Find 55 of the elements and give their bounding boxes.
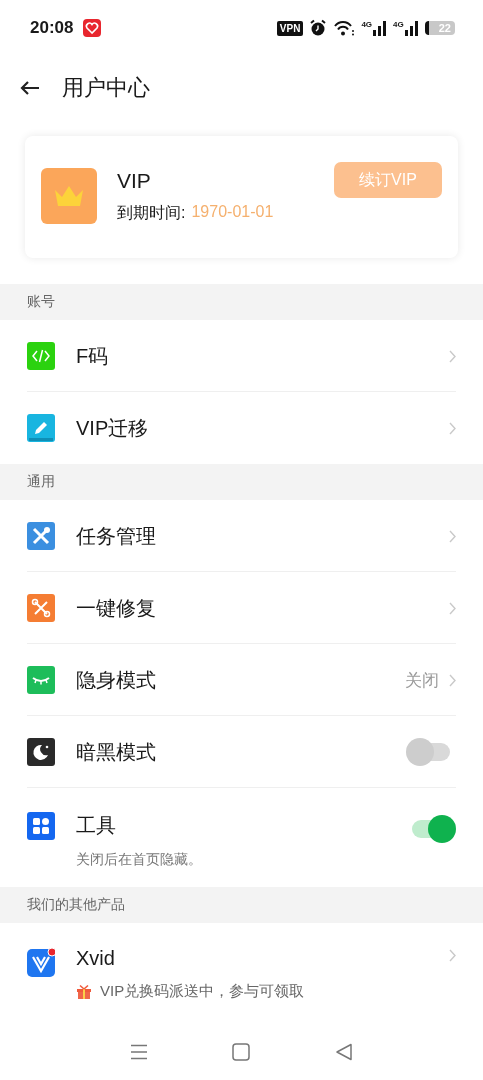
gift-icon <box>76 983 92 1000</box>
back-arrow-icon <box>20 80 40 96</box>
alarm-icon <box>309 19 328 37</box>
crown-icon <box>41 168 97 224</box>
settings-row[interactable]: F码 <box>0 320 483 392</box>
network-label: 4G <box>361 20 373 29</box>
network-label: 4G <box>393 20 404 29</box>
row-label: 暗黑模式 <box>76 739 157 765</box>
chevron-icon <box>449 673 456 687</box>
wifi-icon <box>333 19 356 37</box>
chevron-icon <box>449 601 456 615</box>
row-value: 关闭 <box>405 669 439 692</box>
row-label: Xvid <box>76 947 116 970</box>
row-label: 工具 <box>76 813 117 838</box>
back-icon <box>334 1043 353 1061</box>
pencil-book-icon <box>27 414 55 442</box>
chevron-icon <box>449 949 456 962</box>
row-label: 隐身模式 <box>76 667 157 693</box>
expiry-date: 1970-01-01 <box>191 203 274 222</box>
row-label: 任务管理 <box>76 523 157 549</box>
grid-icon <box>27 812 55 840</box>
code-icon <box>27 342 55 370</box>
expiry-label: 到期时间: <box>117 203 186 223</box>
settings-row[interactable]: 任务管理 <box>0 500 483 572</box>
membership-title: VIP <box>117 169 152 193</box>
home-icon <box>232 1043 251 1061</box>
chevron-icon <box>449 349 456 363</box>
settings-row[interactable]: VIP迁移 <box>0 392 483 464</box>
section-header: 我们的其他产品 <box>0 887 483 923</box>
heart-app-icon <box>83 19 102 37</box>
menu-icon <box>130 1044 149 1060</box>
settings-row[interactable]: 暗黑模式 <box>0 716 483 788</box>
app-logo-icon <box>27 947 55 977</box>
closed-eye-icon <box>27 666 55 694</box>
row-description: 关闭后在首页隐藏。 <box>76 851 203 869</box>
signal-icon <box>373 20 388 36</box>
settings-row[interactable]: 工具 关闭后在首页隐藏。 <box>0 788 483 887</box>
settings-row[interactable]: 隐身模式 关闭 <box>0 644 483 716</box>
chevron-icon <box>449 421 456 435</box>
moon-icon <box>27 738 55 766</box>
section-header: 账号 <box>0 284 483 320</box>
settings-row[interactable]: 一键修复 <box>0 572 483 644</box>
settings-row[interactable]: Xvid VIP兑换码派送中，参与可领取 <box>0 923 483 1022</box>
section-header: 通用 <box>0 464 483 500</box>
promo-text: VIP兑换码派送中，参与可领取 <box>100 982 305 1001</box>
wrench-icon <box>27 594 55 622</box>
clock-time: 20:08 <box>30 18 74 38</box>
row-label: 一键修复 <box>76 595 157 621</box>
row-label: F码 <box>76 343 110 369</box>
page-title: 用户中心 <box>62 74 150 102</box>
signal-icon <box>404 20 419 36</box>
chevron-icon <box>449 529 456 543</box>
tools-icon <box>27 522 55 550</box>
vpn-badge: VPN <box>276 20 304 36</box>
row-label: VIP迁移 <box>76 415 150 441</box>
